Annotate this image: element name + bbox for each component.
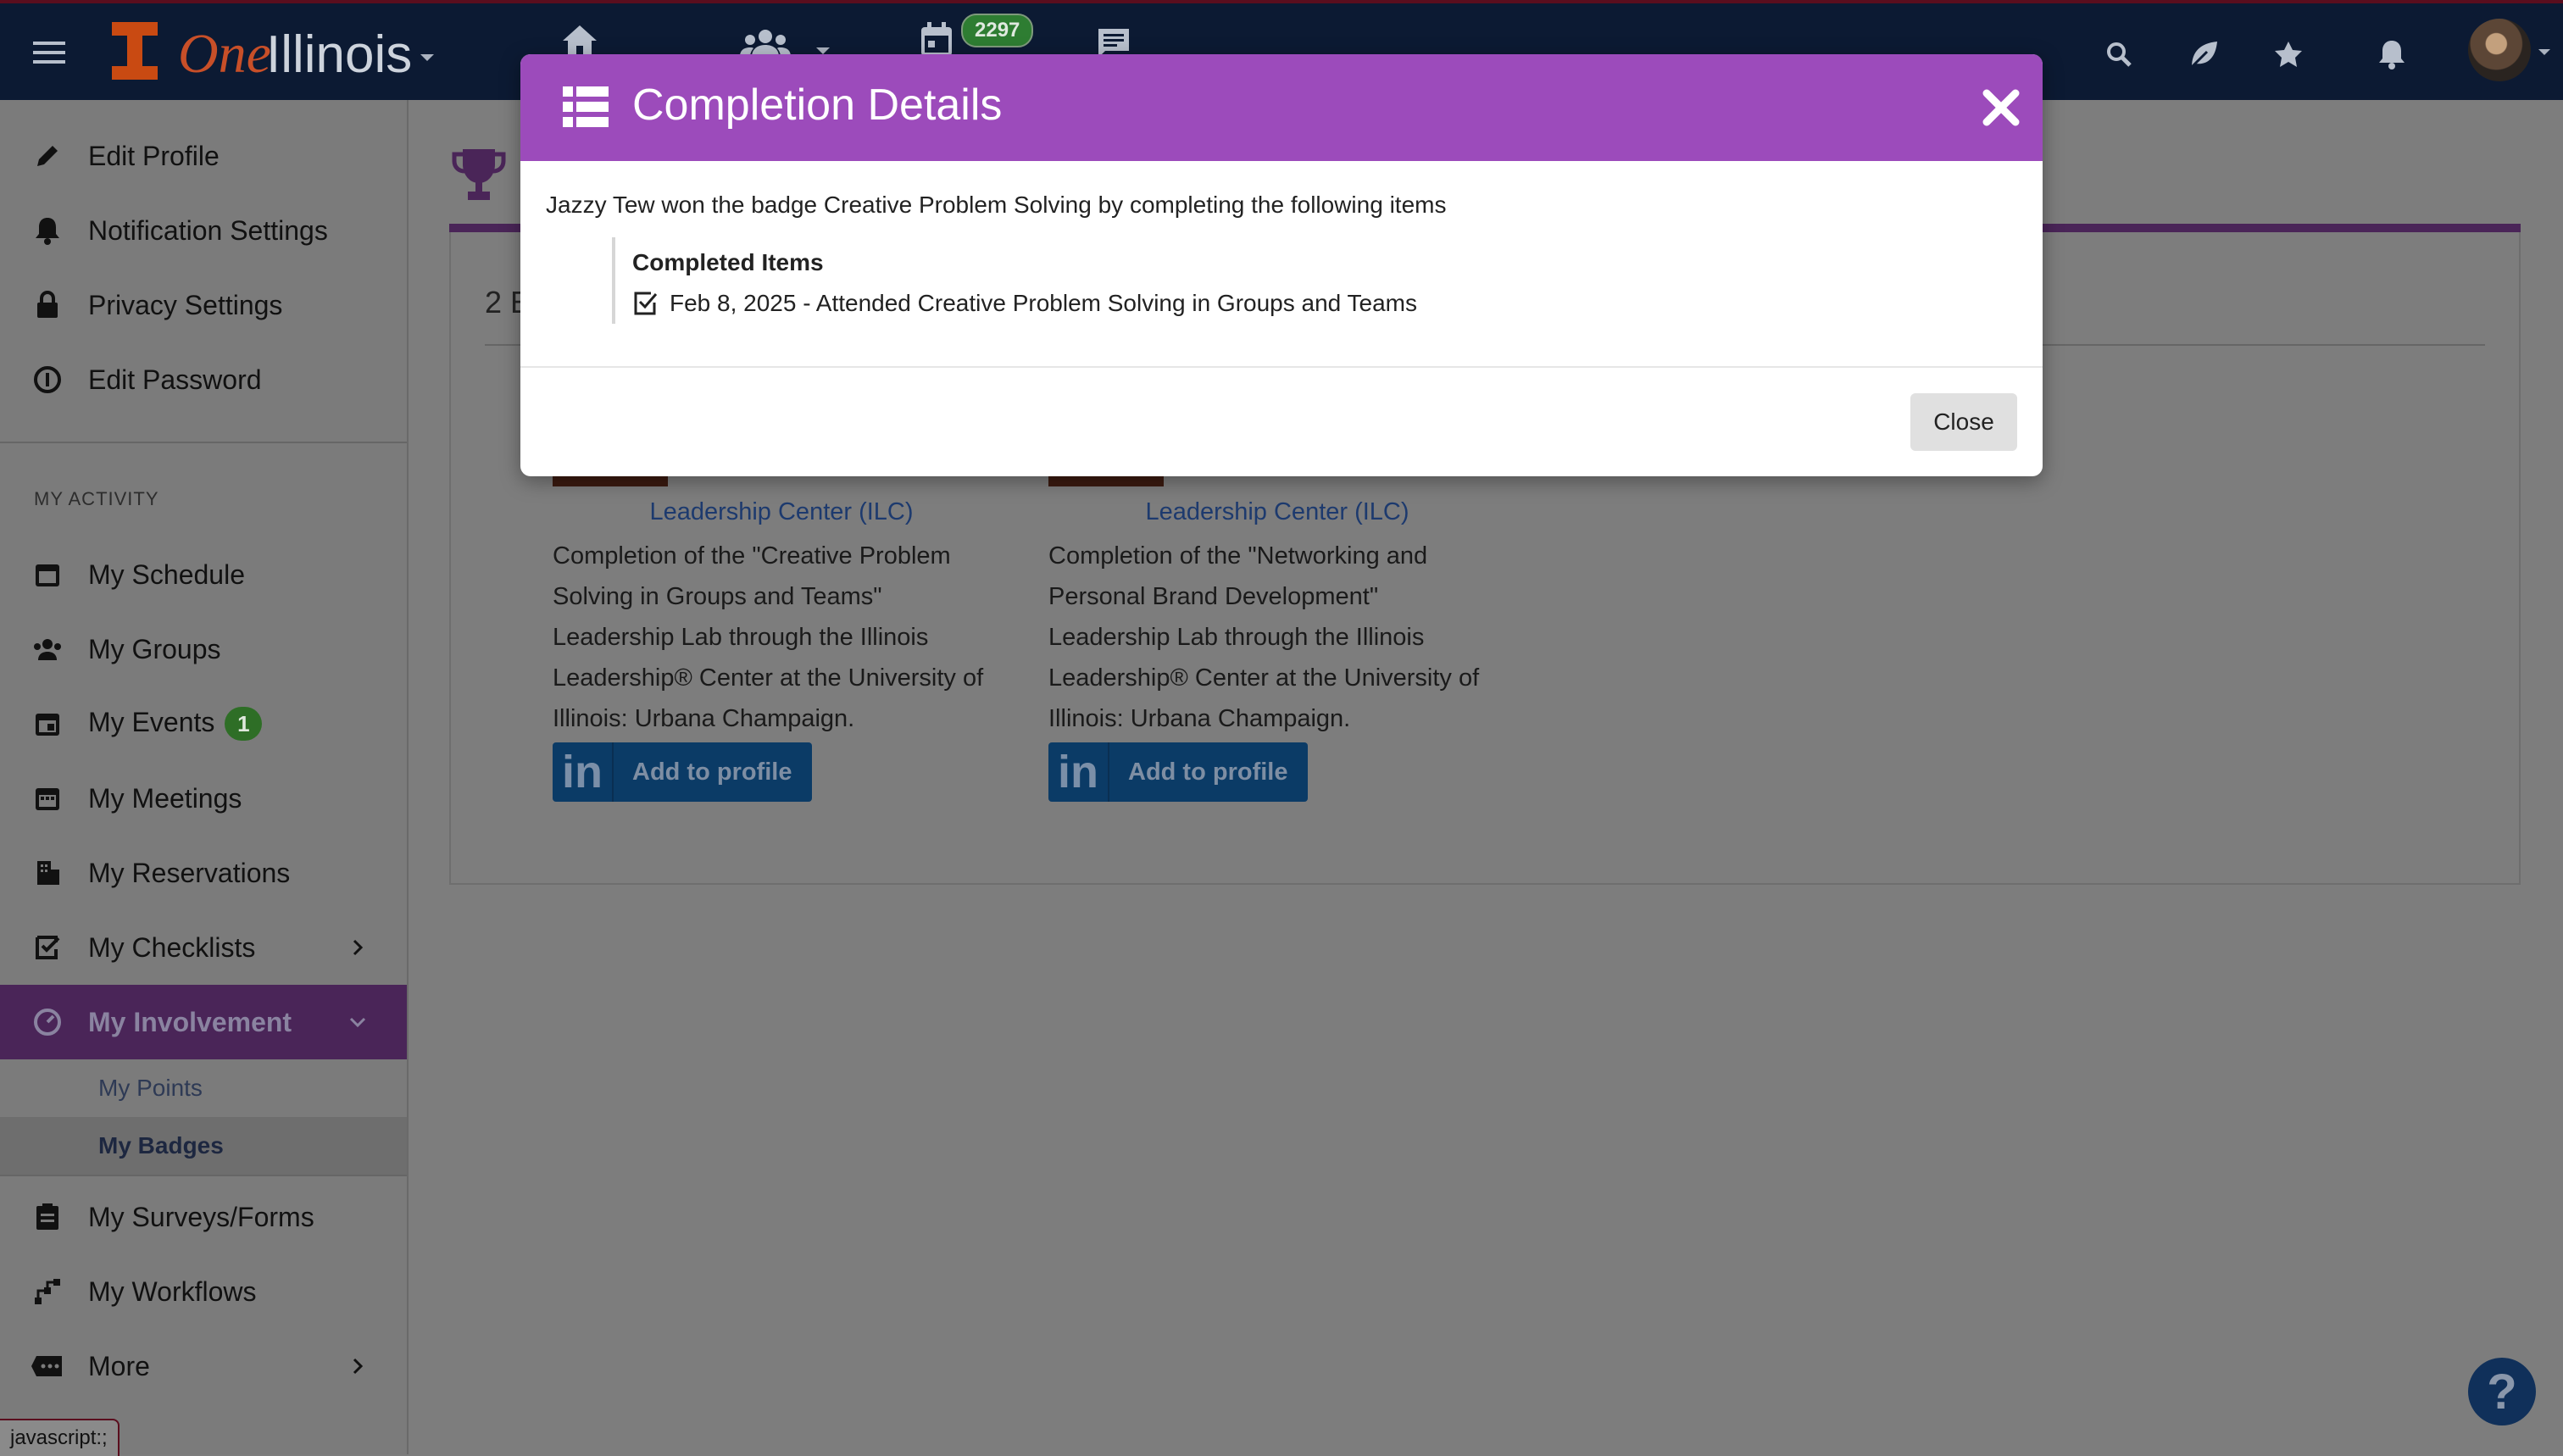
- sidebar-item-label: My Workflows: [88, 1275, 257, 1307]
- add-to-profile-button[interactable]: in Add to profile: [553, 742, 812, 802]
- illinois-logo[interactable]: [110, 20, 159, 81]
- sidebar-item-label: Privacy Settings: [88, 289, 283, 320]
- chevron-down-icon: [349, 1017, 366, 1028]
- sidebar-item-text: My Events: [88, 706, 215, 737]
- linkedin-icon: in: [1048, 742, 1109, 802]
- completed-item-text: Feb 8, 2025 - Attended Creative Problem …: [670, 290, 1417, 316]
- events-count-badge: 1: [225, 707, 263, 742]
- bell-icon: [31, 214, 64, 247]
- avatar[interactable]: [2468, 19, 2531, 81]
- linkedin-icon: in: [553, 742, 614, 802]
- list-icon: [563, 86, 609, 127]
- sidebar-item-label: My Meetings: [88, 782, 242, 814]
- completed-items-title: Completed Items: [632, 249, 824, 275]
- calendar-icon: [31, 558, 64, 592]
- sidebar-item-edit-password[interactable]: Edit Password: [0, 342, 407, 417]
- modal-intro-text: Jazzy Tew won the badge Creative Problem…: [546, 192, 1447, 218]
- completed-item: Feb 8, 2025 - Attended Creative Problem …: [632, 290, 1417, 317]
- modal-header: Completion Details: [520, 54, 2043, 161]
- gauge-icon: [31, 1005, 64, 1039]
- brand-one: One: [178, 23, 271, 85]
- sidebar-item-label: My Reservations: [88, 857, 291, 888]
- close-button[interactable]: Close: [1910, 393, 2017, 451]
- sidebar-item-label: My Schedule: [88, 559, 245, 590]
- sidebar-subitem-my-points[interactable]: My Points: [0, 1059, 407, 1117]
- lock-icon: [31, 288, 64, 322]
- sidebar-subitem-label: My Badges: [98, 1132, 224, 1159]
- badge-org[interactable]: Leadership Center (ILC): [553, 498, 1010, 526]
- completed-items-border: [612, 237, 615, 324]
- completion-details-modal: Completion Details Jazzy Tew won the bad…: [520, 54, 2043, 476]
- sidebar-item-label: My Involvement: [88, 1006, 292, 1037]
- bell-icon[interactable]: [2373, 36, 2410, 73]
- people-icon: [31, 632, 64, 666]
- sidebar-item-my-reservations[interactable]: My Reservations: [0, 836, 407, 910]
- workflow-icon: [31, 1275, 64, 1309]
- sidebar-item-more[interactable]: More: [0, 1329, 407, 1403]
- checklist-icon: [31, 931, 64, 964]
- sidebar-item-label: My Checklists: [88, 931, 256, 963]
- brand-switcher[interactable]: One Illinois: [178, 12, 436, 97]
- add-to-profile-label: Add to profile: [632, 758, 792, 786]
- search-icon[interactable]: [2100, 36, 2138, 73]
- badge-image: [553, 476, 668, 486]
- help-button[interactable]: ?: [2468, 1358, 2536, 1425]
- sidebar-item-my-involvement[interactable]: My Involvement: [0, 985, 407, 1059]
- modal-footer-divider: [520, 366, 2043, 368]
- sidebar: Edit Profile Notification Settings Priva…: [0, 100, 409, 1454]
- sidebar-item-edit-profile[interactable]: Edit Profile: [0, 119, 407, 193]
- sidebar-item-label: Notification Settings: [88, 214, 328, 246]
- sidebar-item-my-meetings[interactable]: My Meetings: [0, 761, 407, 836]
- building-icon: [31, 856, 64, 890]
- add-to-profile-button[interactable]: in Add to profile: [1048, 742, 1308, 802]
- clipboard-icon: [31, 1200, 64, 1234]
- sidebar-item-label: Edit Password: [88, 364, 262, 395]
- brand-name: Illinois: [265, 25, 413, 84]
- chevron-right-icon: [353, 939, 364, 956]
- checkbox-checked-icon: [634, 292, 658, 315]
- sidebar-subitem-label: My Points: [98, 1075, 203, 1101]
- calendar-grid-icon: [31, 781, 64, 815]
- sidebar-item-label: My Groups: [88, 633, 221, 664]
- calendar-count-badge: 2297: [961, 14, 1034, 47]
- badge-org[interactable]: Leadership Center (ILC): [1048, 498, 1506, 526]
- sidebar-item-notification-settings[interactable]: Notification Settings: [0, 193, 407, 268]
- close-icon[interactable]: [1976, 83, 2026, 132]
- sidebar-item-label: More: [88, 1350, 150, 1381]
- chevron-down-icon: [420, 54, 435, 61]
- sidebar-section-label: MY ACTIVITY: [34, 488, 159, 509]
- more-icon: [31, 1349, 64, 1383]
- sidebar-item-label: My Surveys/Forms: [88, 1201, 314, 1232]
- sidebar-item-label: Edit Profile: [88, 140, 220, 171]
- sidebar-item-my-surveys-forms[interactable]: My Surveys/Forms: [0, 1180, 407, 1254]
- sidebar-item-my-checklists[interactable]: My Checklists: [0, 910, 407, 985]
- sidebar-item-my-groups[interactable]: My Groups: [0, 612, 407, 686]
- sidebar-item-privacy-settings[interactable]: Privacy Settings: [0, 268, 407, 342]
- event-icon: [31, 707, 64, 741]
- badge-description: Completion of the "Creative Problem Solv…: [553, 542, 984, 732]
- info-icon: [31, 363, 64, 397]
- sidebar-item-my-workflows[interactable]: My Workflows: [0, 1254, 407, 1329]
- chevron-right-icon: [353, 1358, 364, 1375]
- menu-icon[interactable]: [31, 34, 68, 71]
- status-bar-url: javascript:;: [0, 1419, 120, 1456]
- sidebar-divider: [0, 1175, 407, 1176]
- pencil-icon: [31, 139, 64, 173]
- add-to-profile-label: Add to profile: [1128, 758, 1288, 786]
- chevron-down-icon[interactable]: [2534, 44, 2555, 61]
- sidebar-item-my-schedule[interactable]: My Schedule: [0, 537, 407, 612]
- sidebar-subitem-my-badges[interactable]: My Badges: [0, 1117, 407, 1175]
- badge-description: Completion of the "Networking and Person…: [1048, 542, 1480, 732]
- star-icon[interactable]: [2270, 36, 2307, 73]
- badge-image: [1048, 476, 1164, 486]
- modal-title: Completion Details: [632, 81, 1003, 130]
- sidebar-item-label: My Events 1: [88, 706, 263, 742]
- leaf-icon[interactable]: [2185, 36, 2222, 73]
- sidebar-divider: [0, 442, 407, 443]
- sidebar-item-my-events[interactable]: My Events 1: [0, 686, 407, 761]
- trophy-icon: [451, 146, 507, 205]
